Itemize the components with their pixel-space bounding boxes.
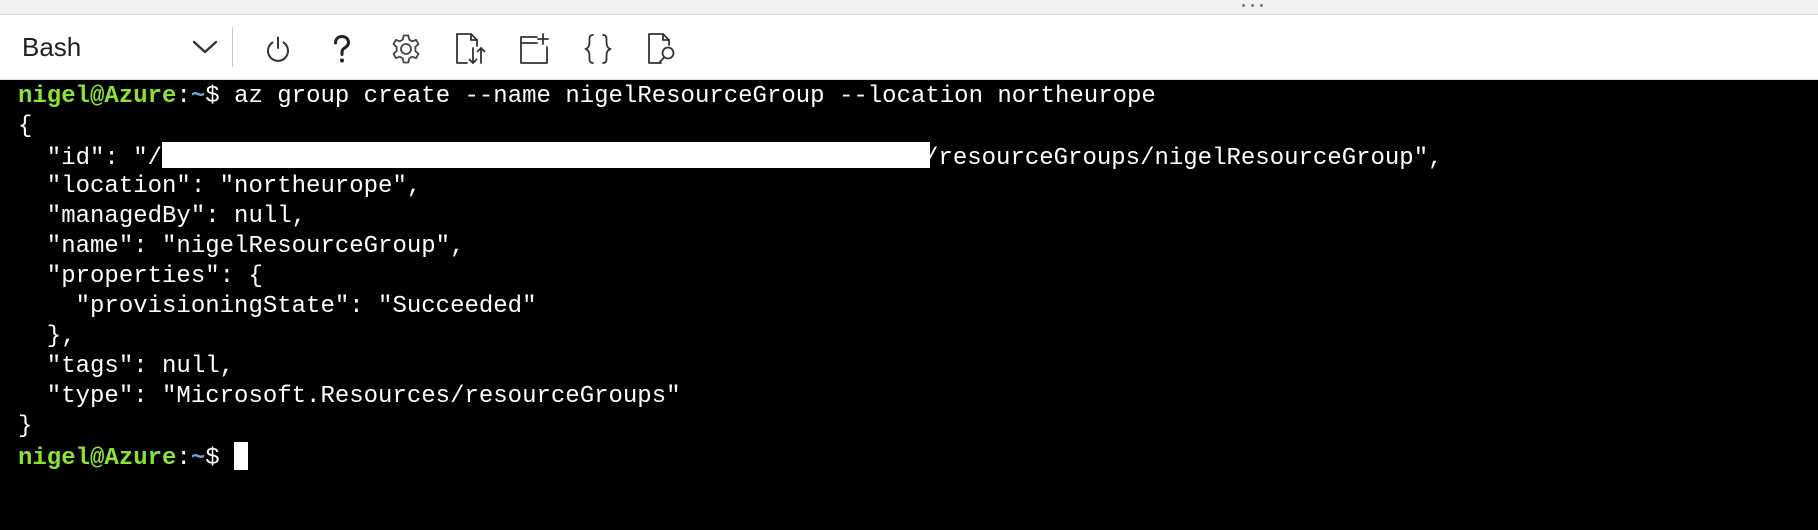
new-session-button[interactable]	[514, 29, 554, 69]
output-line: "location": "northeurope",	[18, 173, 422, 200]
prompt-path: ~	[190, 445, 206, 472]
output-line: {	[18, 113, 33, 140]
question-icon	[334, 34, 351, 63]
redacted-block	[162, 142, 931, 168]
command-text: az group create --name nigelResourceGrou…	[234, 83, 1156, 110]
active-prompt-line[interactable]: nigel@Azure:~$	[18, 442, 249, 472]
toolbar-divider	[232, 27, 233, 67]
braces-icon	[584, 34, 612, 64]
prompt-user: nigel@Azure	[18, 83, 177, 110]
editor-button[interactable]	[578, 29, 618, 69]
upload-download-button[interactable]	[450, 29, 490, 69]
help-button[interactable]	[322, 29, 362, 69]
resize-bar[interactable]: • • •	[0, 0, 1818, 15]
terminal-output[interactable]: nigel@Azure:~$ az group create --name ni…	[0, 80, 1818, 530]
file-search-icon	[648, 33, 675, 64]
prompt-path: ~	[190, 83, 206, 110]
web-preview-button[interactable]	[642, 29, 682, 69]
prompt-suffix: $	[205, 445, 235, 472]
shell-type-dropdown[interactable]: Bash	[10, 25, 224, 69]
prompt-separator: :	[176, 83, 191, 110]
output-line-id: "id": "/ /resourceGroups/nigelResourceGro…	[18, 142, 1443, 172]
prompt-user: nigel@Azure	[18, 445, 177, 472]
output-line: "managedBy": null,	[18, 203, 307, 230]
settings-button[interactable]	[386, 29, 426, 69]
drag-handle-icon[interactable]: • • •	[1238, 1, 1268, 12]
output-line: "properties": {	[18, 263, 263, 290]
gear-icon	[392, 34, 420, 64]
chevron-down-icon	[190, 32, 220, 62]
prompt-suffix: $	[205, 83, 235, 110]
output-line: "name": "nigelResourceGroup",	[18, 233, 465, 260]
id-suffix: /resourceGroups/nigelResourceGroup",	[924, 145, 1443, 172]
output-line: }	[18, 413, 33, 440]
text-cursor	[234, 442, 249, 470]
prompt-separator: :	[176, 445, 191, 472]
output-line: "tags": null,	[18, 353, 235, 380]
shell-type-label: Bash	[22, 31, 82, 62]
file-transfer-icon	[456, 33, 486, 64]
restart-button[interactable]	[258, 29, 298, 69]
command-line: nigel@Azure:~$ az group create --name ni…	[18, 82, 1156, 112]
new-session-icon	[520, 33, 549, 64]
output-line: },	[18, 323, 76, 350]
cloud-shell-toolbar: Bash	[0, 15, 1818, 80]
output-line: "provisioningState": "Succeeded"	[18, 293, 537, 320]
output-line: "type": "Microsoft.Resources/resourceGro…	[18, 383, 681, 410]
power-icon	[267, 36, 289, 62]
id-prefix: "id": "/	[18, 145, 163, 172]
